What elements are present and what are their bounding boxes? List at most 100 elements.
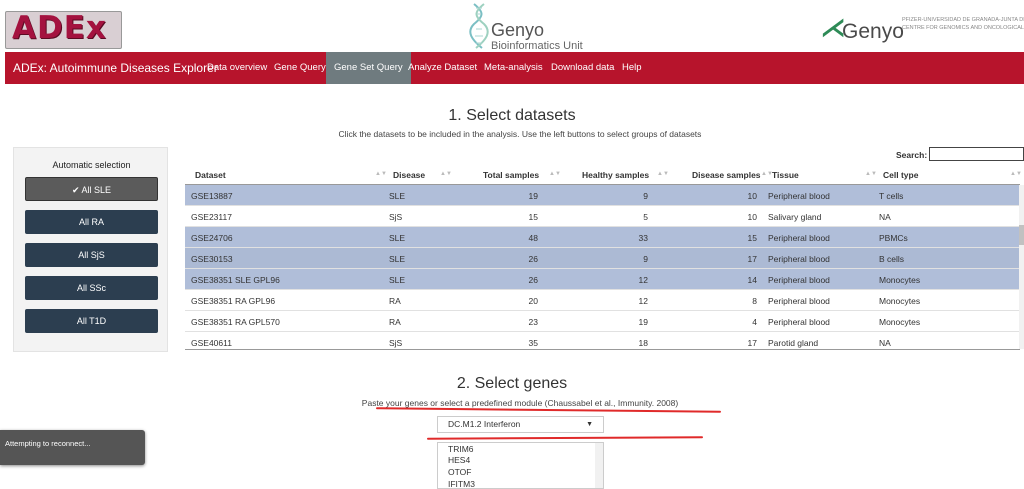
cell-tissue: Peripheral blood	[768, 191, 830, 201]
module-select-value: DC.M1.2 Interferon	[448, 419, 521, 429]
cell-total-samples: 19	[528, 191, 538, 201]
column-header-healthy-samples[interactable]: Healthy samples	[582, 170, 649, 180]
cell-healthy-samples: 33	[638, 233, 648, 243]
column-header-total-samples[interactable]: Total samples	[483, 170, 539, 180]
nav-item-data-overview[interactable]: Data overview	[199, 52, 275, 84]
module-select[interactable]: DC.M1.2 Interferon ▼	[437, 416, 604, 433]
genyo-center-subtitle: Bioinformatics Unit	[491, 40, 583, 52]
cell-cell-type: B cells	[879, 254, 905, 264]
select-datasets-title: 1. Select datasets	[448, 107, 576, 124]
adex-logo-text: ADEx	[12, 11, 107, 46]
cell-disease: SLE	[389, 233, 406, 243]
nav-brand[interactable]: ADEx: Autoimmune Diseases Explorer	[13, 61, 218, 75]
cell-healthy-samples: 12	[638, 275, 648, 285]
cell-disease: SjS	[389, 212, 403, 222]
table-scrollbar-thumb[interactable]	[1019, 225, 1024, 245]
genyo-institution-logo: ⋌ Genyo PFIZER-UNIVERSIDAD DE GRANADA-JU…	[820, 12, 1024, 50]
cell-dataset: GSE24706	[191, 233, 233, 243]
automatic-selection-panel: Automatic selection ✔ All SLE All RA All…	[13, 147, 168, 352]
annotation-underline	[375, 407, 722, 413]
cell-tissue: Parotid gland	[768, 338, 819, 348]
cell-cell-type: Monocytes	[879, 275, 921, 285]
check-icon: ✔	[71, 185, 80, 195]
all-sle-button[interactable]: ✔ All SLE	[25, 177, 158, 201]
table-row[interactable]: GSE30153 SLE 26 9 17 Peripheral blood B …	[185, 248, 1020, 269]
genes-textarea[interactable]: TRIM6 HES4 OTOF IFITM3	[437, 442, 604, 489]
cell-healthy-samples: 18	[638, 338, 648, 348]
adex-logo[interactable]: ADEx	[5, 11, 122, 49]
column-header-cell-type[interactable]: Cell type	[883, 170, 918, 180]
sort-icon[interactable]: ▲▼	[375, 171, 387, 177]
table-row[interactable]: GSE23117 SjS 15 5 10 Salivary gland NA	[185, 206, 1020, 227]
cell-disease: RA	[389, 296, 401, 306]
genyo-center-name: Genyo	[491, 20, 545, 40]
cell-healthy-samples: 5	[643, 212, 648, 222]
all-sjs-button[interactable]: All SjS	[25, 243, 158, 267]
top-header: ADEx Genyo Bioinformatics Unit ⋌ Genyo P…	[0, 0, 1024, 52]
cell-total-samples: 15	[528, 212, 538, 222]
annotation-underline	[426, 436, 704, 440]
cell-tissue: Peripheral blood	[768, 296, 830, 306]
cell-healthy-samples: 19	[638, 317, 648, 327]
column-header-tissue[interactable]: Tissue	[772, 170, 799, 180]
column-header-disease[interactable]: Disease	[393, 170, 425, 180]
all-sle-label: All SLE	[81, 185, 112, 195]
sort-icon[interactable]: ▲▼	[865, 171, 877, 177]
genyo-tagline-2: CENTRE FOR GENOMICS AND ONCOLOGICAL RESE…	[902, 25, 1024, 31]
datasets-table-body: GSE13887 SLE 19 9 10 Peripheral blood T …	[185, 185, 1020, 349]
sort-icon[interactable]: ▲▼	[549, 171, 561, 177]
select-genes-title: 2. Select genes	[456, 375, 568, 392]
sort-icon[interactable]: ▲▼	[657, 171, 669, 177]
table-row[interactable]: GSE13887 SLE 19 9 10 Peripheral blood T …	[185, 185, 1020, 206]
all-t1d-button[interactable]: All T1D	[25, 309, 158, 333]
cell-total-samples: 48	[528, 233, 538, 243]
cell-cell-type: NA	[879, 212, 891, 222]
sort-icon[interactable]: ▲▼	[440, 171, 452, 177]
all-ssc-button[interactable]: All SSc	[25, 276, 158, 300]
cell-dataset: GSE38351 RA GPL570	[191, 317, 280, 327]
select-datasets-subtitle: Click the datasets to be included in the…	[338, 129, 702, 139]
nav-item-gene-set-query[interactable]: Gene Set Query	[326, 52, 411, 84]
cell-tissue: Salivary gland	[768, 212, 822, 222]
reconnect-notification: Attempting to reconnect...	[0, 430, 145, 465]
cell-disease-samples: 4	[752, 317, 757, 327]
cell-healthy-samples: 9	[643, 191, 648, 201]
cell-cell-type: Monocytes	[879, 296, 921, 306]
cell-disease: RA	[389, 317, 401, 327]
cell-disease-samples: 14	[747, 275, 757, 285]
genes-scrollbar[interactable]	[595, 443, 603, 488]
genyo-tagline-1: PFIZER-UNIVERSIDAD DE GRANADA-JUNTA DE A…	[902, 17, 1024, 23]
search-label: Search:	[896, 150, 928, 160]
nav-item-help[interactable]: Help	[614, 52, 650, 84]
column-header-dataset[interactable]: Dataset	[195, 170, 226, 180]
cell-disease-samples: 17	[747, 338, 757, 348]
cell-total-samples: 35	[528, 338, 538, 348]
cell-total-samples: 26	[528, 254, 538, 264]
main-navbar: ADEx: Autoimmune Diseases Explorer Data …	[5, 52, 1024, 84]
nav-item-analyze-dataset[interactable]: Analyze Dataset	[400, 52, 485, 84]
chevron-down-icon: ▼	[586, 421, 593, 428]
cell-healthy-samples: 12	[638, 296, 648, 306]
table-bottom-border	[185, 349, 1020, 350]
table-row[interactable]: GSE24706 SLE 48 33 15 Peripheral blood P…	[185, 227, 1020, 248]
cell-dataset: GSE38351 RA GPL96	[191, 296, 276, 306]
table-row[interactable]: GSE40611 SjS 35 18 17 Parotid gland NA	[185, 332, 1020, 349]
nav-item-download-data[interactable]: Download data	[543, 52, 622, 84]
all-ra-button[interactable]: All RA	[25, 210, 158, 234]
dna-icon	[469, 3, 489, 49]
table-row[interactable]: GSE38351 SLE GPL96 SLE 26 12 14 Peripher…	[185, 269, 1020, 290]
table-scrollbar[interactable]	[1019, 185, 1024, 349]
table-row[interactable]: GSE38351 RA GPL570 RA 23 19 4 Peripheral…	[185, 311, 1020, 332]
nav-item-gene-query[interactable]: Gene Query	[266, 52, 334, 84]
cell-dataset: GSE40611	[191, 338, 232, 348]
nav-item-meta-analysis[interactable]: Meta-analysis	[476, 52, 551, 84]
column-header-disease-samples[interactable]: Disease samples	[692, 170, 761, 180]
search-input[interactable]	[929, 147, 1024, 161]
cell-cell-type: NA	[879, 338, 891, 348]
table-row[interactable]: GSE38351 RA GPL96 RA 20 12 8 Peripheral …	[185, 290, 1020, 311]
cell-tissue: Peripheral blood	[768, 233, 830, 243]
sort-icon[interactable]: ▲▼	[1010, 171, 1022, 177]
cell-tissue: Peripheral blood	[768, 254, 830, 264]
cell-disease-samples: 15	[747, 233, 757, 243]
cell-disease: SLE	[389, 254, 406, 264]
